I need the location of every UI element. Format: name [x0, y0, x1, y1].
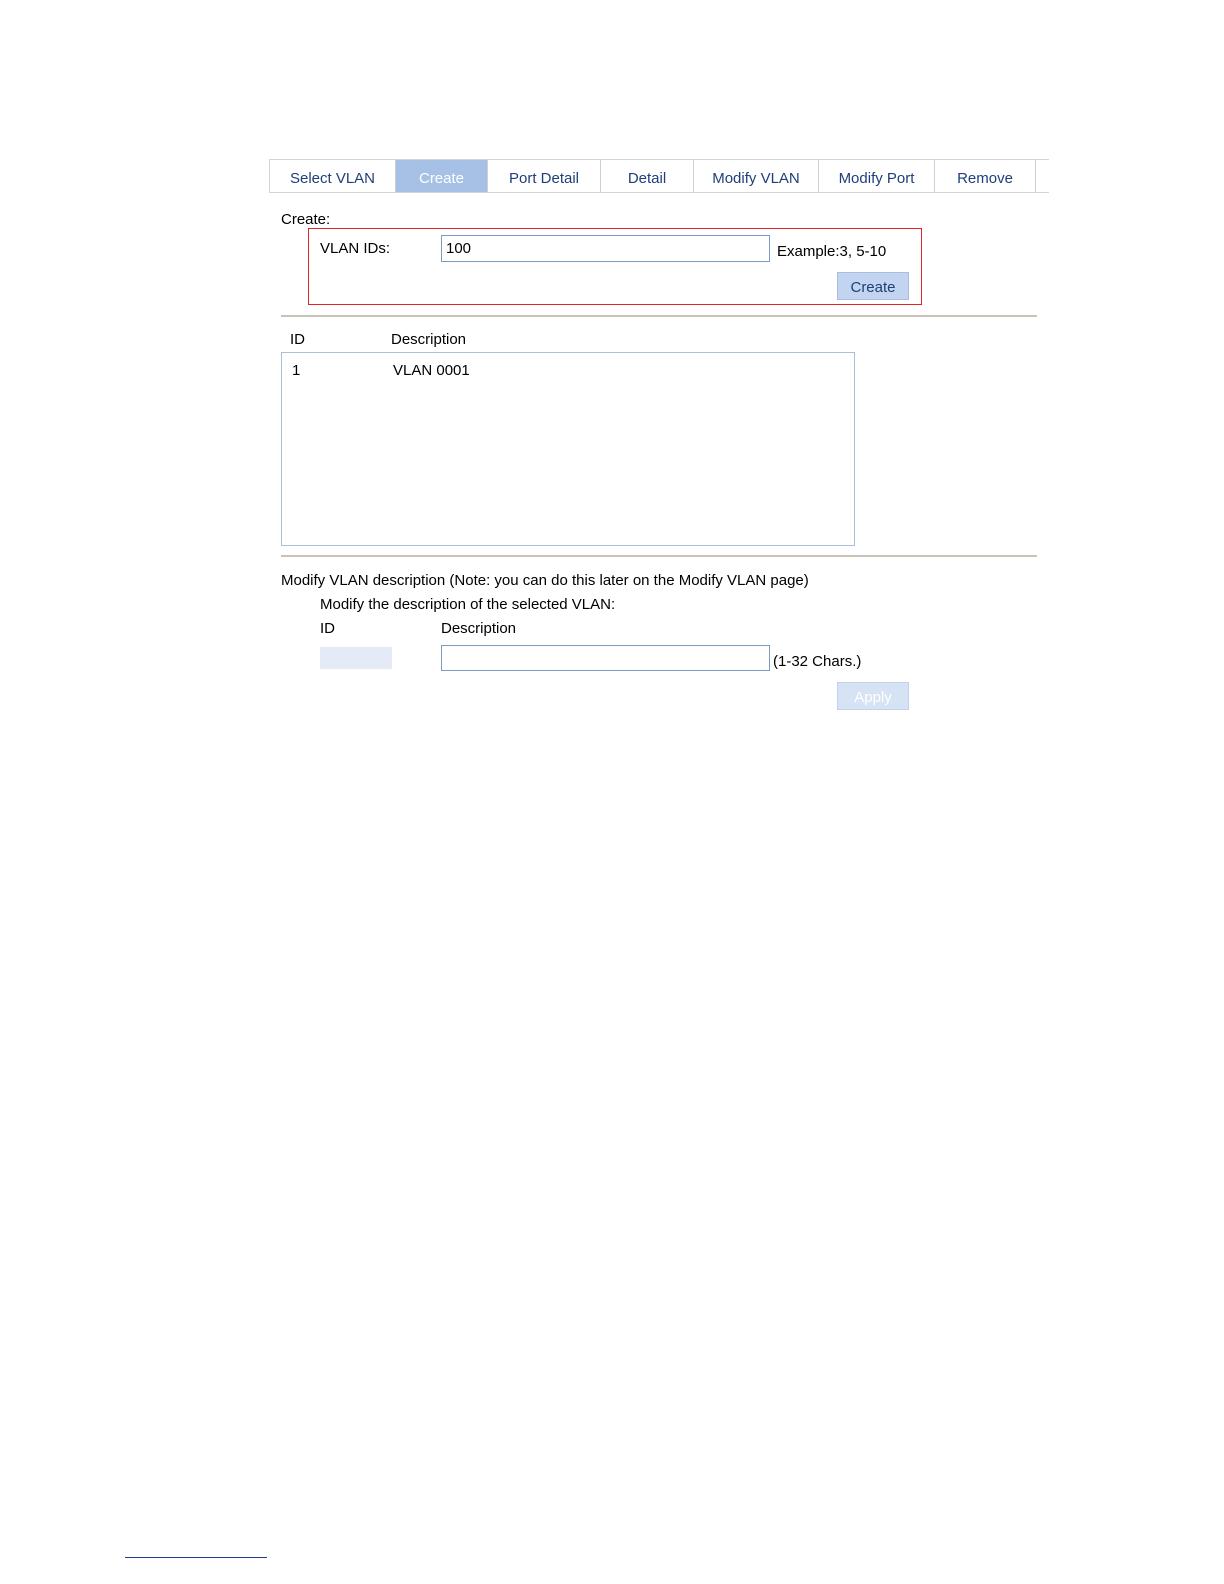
- divider-bottom: [281, 555, 1037, 557]
- vlan-table-id-header: ID: [290, 331, 305, 348]
- tab-modify-port[interactable]: Modify Port: [819, 160, 935, 192]
- tab-remove[interactable]: Remove: [935, 160, 1036, 192]
- vlan-ids-label: VLAN IDs:: [320, 240, 391, 257]
- vlan-description-input[interactable]: [441, 645, 770, 671]
- divider-top: [281, 315, 1037, 317]
- create-button[interactable]: Create: [837, 272, 909, 300]
- vlan-ids-input[interactable]: [441, 235, 770, 262]
- tab-port-detail[interactable]: Port Detail: [488, 160, 601, 192]
- vlan-table-description-header: Description: [391, 331, 467, 348]
- create-section-label: Create:: [281, 211, 331, 228]
- vlan-row-description: VLAN 0001: [393, 362, 470, 379]
- vlan-row-id: 1: [292, 362, 301, 379]
- apply-button[interactable]: Apply: [837, 682, 909, 710]
- tab-modify-vlan[interactable]: Modify VLAN: [694, 160, 819, 192]
- footnote-separator: [125, 1557, 267, 1558]
- vlan-list[interactable]: 1 VLAN 0001: [281, 352, 855, 546]
- table-row[interactable]: 1 VLAN 0001: [282, 357, 854, 381]
- tab-create[interactable]: Create: [396, 160, 488, 192]
- modify-description-header: Description: [441, 620, 517, 637]
- tab-detail[interactable]: Detail: [601, 160, 694, 192]
- tab-bar: Select VLAN Create Port Detail Detail Mo…: [269, 159, 1049, 193]
- tab-bar-filler: [1036, 160, 1049, 192]
- selected-vlan-id-field: [320, 647, 392, 669]
- vlan-ids-example-hint: Example:3, 5-10: [777, 243, 887, 260]
- modify-subtitle: Modify the description of the selected V…: [320, 596, 616, 613]
- tab-select-vlan[interactable]: Select VLAN: [270, 160, 396, 192]
- modify-id-header: ID: [320, 620, 335, 637]
- description-chars-hint: (1-32 Chars.): [773, 653, 862, 670]
- modify-section-title: Modify VLAN description (Note: you can d…: [281, 572, 809, 589]
